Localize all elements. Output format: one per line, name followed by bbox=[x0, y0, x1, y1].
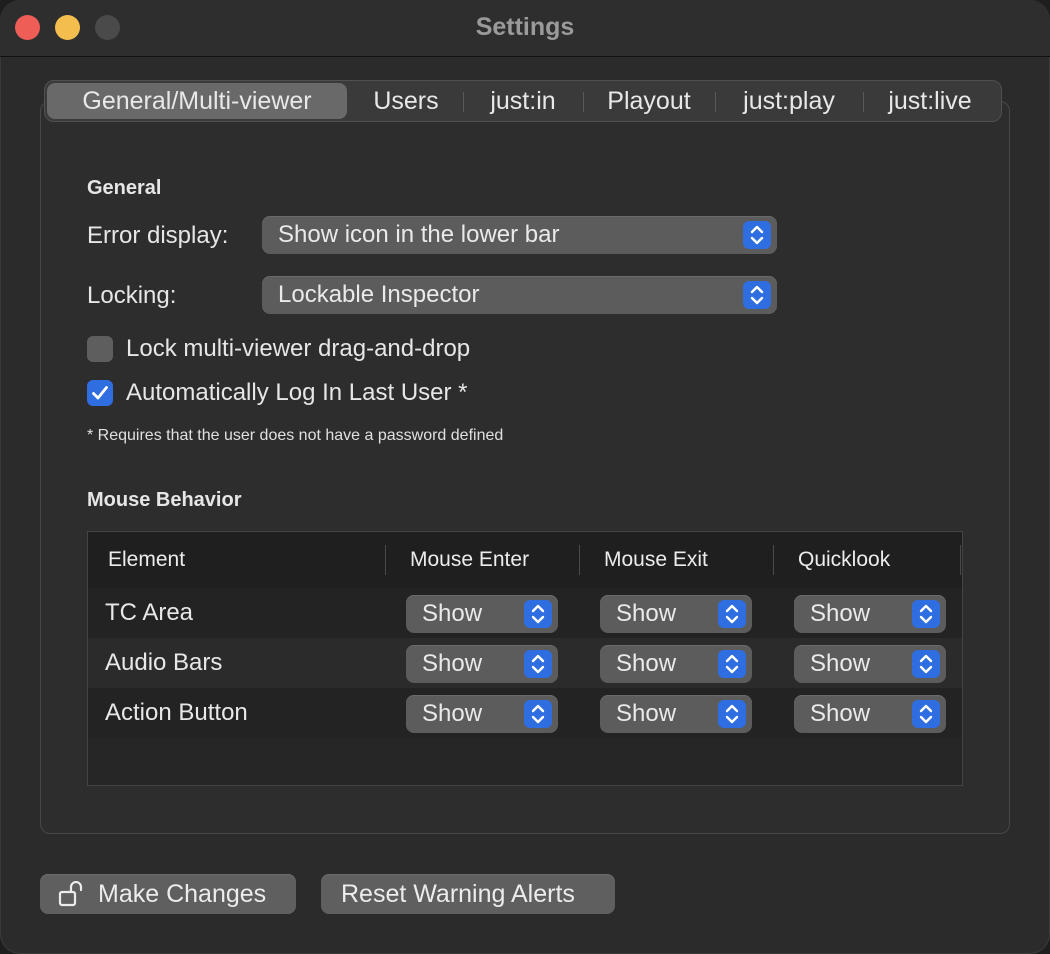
make-changes-label: Make Changes bbox=[98, 880, 267, 908]
unlocked-padlock-icon bbox=[58, 881, 83, 907]
select-value: Show bbox=[616, 650, 677, 677]
tab-bar: General/Multi-viewer Users just:in Playo… bbox=[44, 80, 1002, 122]
select-value: Show bbox=[422, 700, 483, 727]
password-footnote: * Requires that the user does not have a… bbox=[87, 427, 504, 444]
select-value: Show bbox=[616, 600, 677, 627]
select-value: Show bbox=[422, 650, 483, 677]
up-down-chevron-icon bbox=[524, 650, 552, 678]
lock-dragdrop-checkbox[interactable] bbox=[87, 336, 113, 362]
title-bar: Settings bbox=[0, 0, 1050, 57]
select-value: Show bbox=[810, 700, 871, 727]
column-divider bbox=[385, 545, 386, 575]
column-header-mouse-enter[interactable]: Mouse Enter bbox=[410, 532, 529, 588]
tab-divider bbox=[715, 92, 716, 112]
auto-login-label: Automatically Log In Last User * bbox=[126, 379, 468, 406]
element-name: Audio Bars bbox=[105, 649, 223, 676]
mouse-exit-select[interactable]: Show bbox=[600, 695, 752, 733]
error-display-value: Show icon in the lower bar bbox=[278, 221, 560, 248]
up-down-chevron-icon bbox=[743, 281, 771, 309]
locking-select[interactable]: Lockable Inspector bbox=[262, 276, 777, 314]
table-row[interactable]: Audio Bars Show Show Show bbox=[88, 638, 962, 688]
tab-just-play[interactable]: just:play bbox=[725, 81, 853, 121]
select-value: Show bbox=[422, 600, 483, 627]
checkmark-icon bbox=[92, 386, 108, 400]
column-header-element[interactable]: Element bbox=[108, 532, 185, 588]
column-divider bbox=[773, 545, 774, 575]
tab-divider bbox=[463, 92, 464, 112]
up-down-chevron-icon bbox=[912, 700, 940, 728]
quicklook-select[interactable]: Show bbox=[794, 695, 946, 733]
up-down-chevron-icon bbox=[718, 600, 746, 628]
column-divider bbox=[960, 545, 961, 575]
auto-login-checkbox[interactable] bbox=[87, 380, 113, 406]
table-header: Element Mouse Enter Mouse Exit Quicklook bbox=[88, 532, 962, 589]
tab-divider bbox=[863, 92, 864, 112]
mouse-exit-select[interactable]: Show bbox=[600, 595, 752, 633]
element-name: TC Area bbox=[105, 599, 194, 626]
lock-dragdrop-label: Lock multi-viewer drag-and-drop bbox=[126, 335, 471, 362]
general-section-title: General bbox=[87, 177, 162, 199]
table-row[interactable]: TC Area Show Show Show bbox=[88, 588, 962, 638]
mouse-behavior-section-title: Mouse Behavior bbox=[87, 489, 242, 511]
mouse-exit-select[interactable]: Show bbox=[600, 645, 752, 683]
select-value: Show bbox=[616, 700, 677, 727]
tab-divider bbox=[583, 92, 584, 112]
mouse-enter-select[interactable]: Show bbox=[406, 645, 558, 683]
tab-playout[interactable]: Playout bbox=[593, 81, 705, 121]
up-down-chevron-icon bbox=[912, 650, 940, 678]
up-down-chevron-icon bbox=[743, 221, 771, 249]
column-header-quicklook[interactable]: Quicklook bbox=[798, 532, 890, 588]
quicklook-select[interactable]: Show bbox=[794, 595, 946, 633]
up-down-chevron-icon bbox=[524, 600, 552, 628]
locking-value: Lockable Inspector bbox=[278, 281, 480, 308]
settings-window: Settings General/Multi-viewer Users just… bbox=[0, 0, 1050, 954]
mouse-behavior-table: Element Mouse Enter Mouse Exit Quicklook… bbox=[87, 531, 963, 786]
mouse-enter-select[interactable]: Show bbox=[406, 695, 558, 733]
reset-warning-alerts-button[interactable]: Reset Warning Alerts bbox=[321, 874, 615, 914]
select-value: Show bbox=[810, 650, 871, 677]
make-changes-button[interactable]: Make Changes bbox=[40, 874, 296, 914]
reset-warning-alerts-label: Reset Warning Alerts bbox=[341, 880, 575, 908]
locking-label: Locking: bbox=[87, 282, 177, 309]
error-display-label: Error display: bbox=[87, 222, 229, 249]
tab-just-live[interactable]: just:live bbox=[871, 81, 989, 121]
quicklook-select[interactable]: Show bbox=[794, 645, 946, 683]
table-row[interactable]: Action Button Show Show Show bbox=[88, 688, 962, 738]
up-down-chevron-icon bbox=[524, 700, 552, 728]
element-name: Action Button bbox=[105, 699, 248, 726]
window-title: Settings bbox=[475, 13, 575, 41]
column-header-mouse-exit[interactable]: Mouse Exit bbox=[604, 532, 708, 588]
select-value: Show bbox=[810, 600, 871, 627]
up-down-chevron-icon bbox=[718, 700, 746, 728]
tab-just-in[interactable]: just:in bbox=[473, 81, 573, 121]
error-display-select[interactable]: Show icon in the lower bar bbox=[262, 216, 777, 254]
tab-general-multi-viewer[interactable]: General/Multi-viewer bbox=[47, 83, 347, 119]
up-down-chevron-icon bbox=[912, 600, 940, 628]
column-divider bbox=[579, 545, 580, 575]
mouse-enter-select[interactable]: Show bbox=[406, 595, 558, 633]
tab-users[interactable]: Users bbox=[357, 81, 455, 121]
up-down-chevron-icon bbox=[718, 650, 746, 678]
